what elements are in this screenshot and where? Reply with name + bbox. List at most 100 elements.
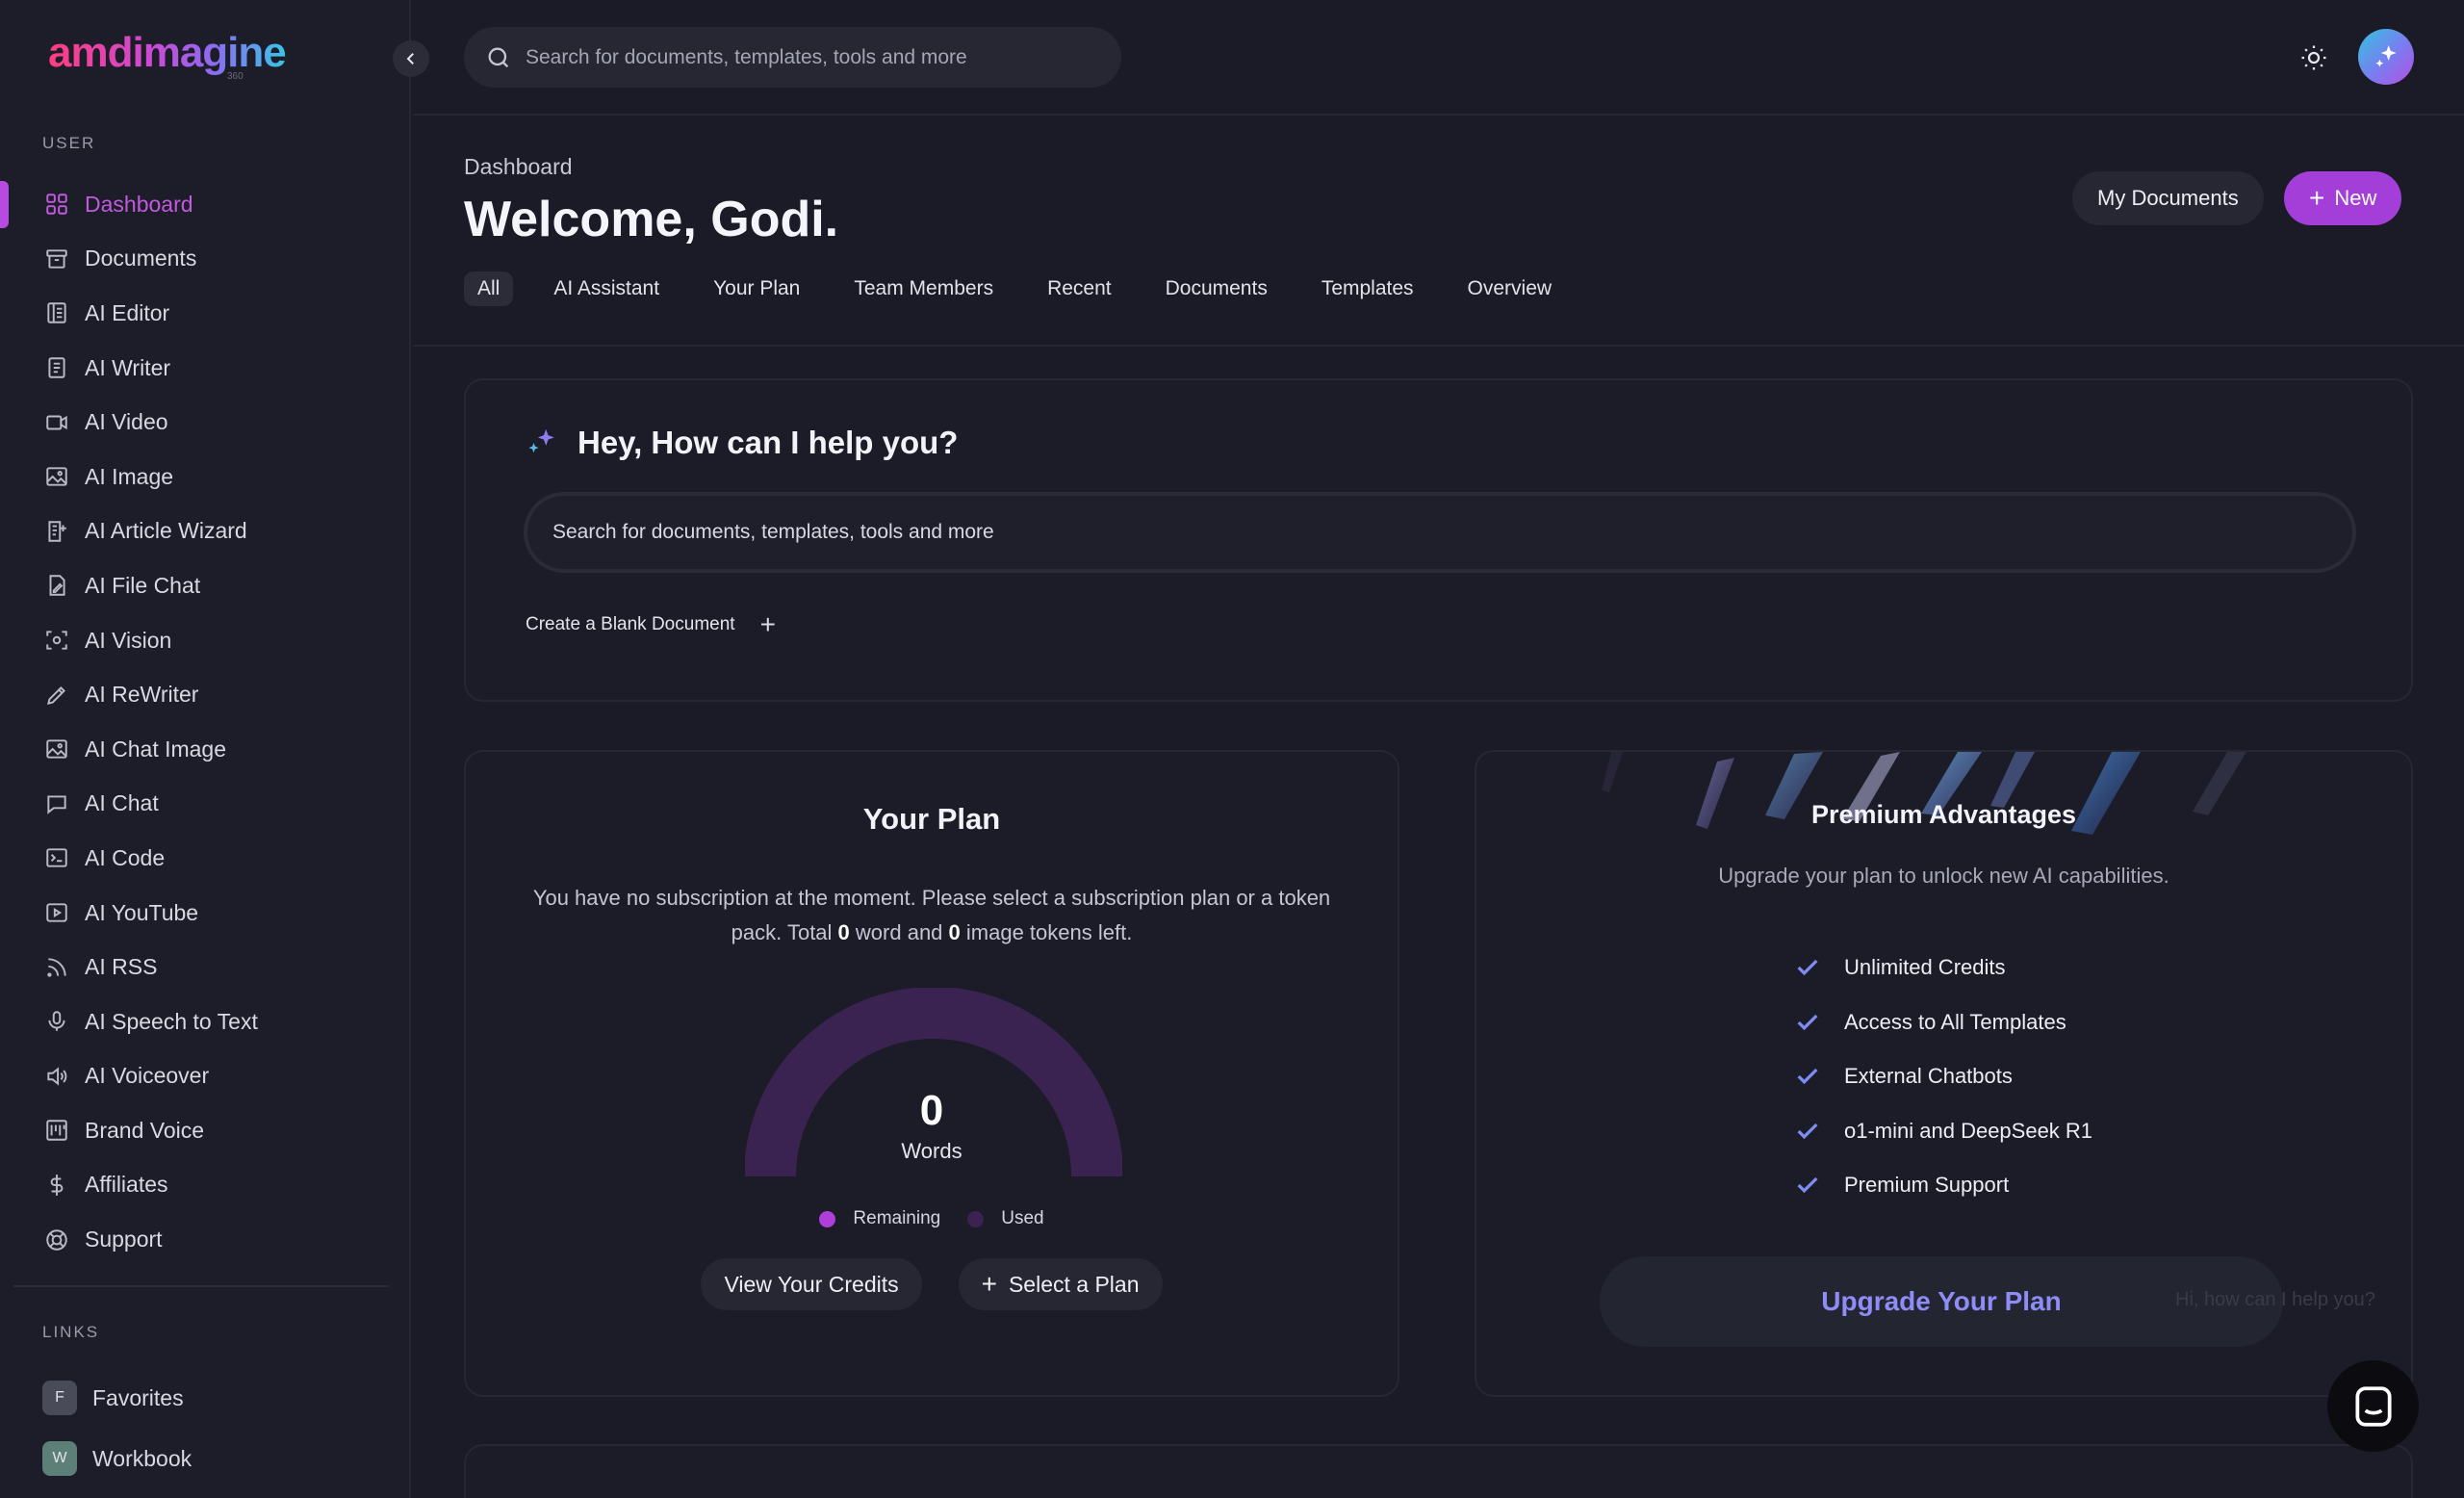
- select-plan-button[interactable]: + Select a Plan: [958, 1258, 1163, 1310]
- chat-teaser-text: Hi, how can I help you?: [2175, 1289, 2375, 1310]
- assistant-heading-text: Hey, How can I help you?: [578, 425, 959, 460]
- article-wizard-icon: [42, 517, 71, 546]
- premium-feature-label: Access to All Templates: [1844, 1009, 2066, 1034]
- sidebar-nav: Dashboard Documents AI Editor AI Writer …: [0, 177, 411, 1267]
- sidebar-item-label: AI Vision: [85, 627, 172, 653]
- sidebar-item-dashboard[interactable]: Dashboard: [0, 177, 411, 232]
- sidebar-item-affiliates[interactable]: Affiliates: [0, 1158, 411, 1213]
- legend-label: Used: [1001, 1208, 1044, 1228]
- dashboard-grid-icon: [42, 190, 71, 219]
- sidebar-item-ai-rewriter[interactable]: AI ReWriter: [0, 667, 411, 722]
- topbar: Search for documents, templates, tools a…: [413, 0, 2464, 116]
- sidebar-item-label: AI Article Wizard: [85, 518, 247, 544]
- app-logo[interactable]: amdimagine: [48, 29, 287, 77]
- view-credits-button[interactable]: View Your Credits: [701, 1258, 922, 1310]
- legend-dot-remaining: [819, 1210, 836, 1227]
- gauge-legend: Remaining Used: [466, 1208, 1398, 1229]
- create-blank-document-button[interactable]: Create a Blank Document +: [526, 611, 776, 638]
- check-icon: [1794, 1009, 1823, 1036]
- chat-launcher-button[interactable]: [2327, 1360, 2419, 1452]
- tab-team-members[interactable]: Team Members: [840, 271, 1007, 306]
- user-avatar-button[interactable]: [2358, 29, 2414, 85]
- sidebar-item-label: Brand Voice: [85, 1117, 205, 1143]
- sidebar-item-label: AI File Chat: [85, 572, 201, 598]
- premium-subtitle: Upgrade your plan to unlock new AI capab…: [1718, 864, 2169, 888]
- sidebar-item-ai-youtube[interactable]: AI YouTube: [0, 886, 411, 941]
- sidebar-item-ai-rss[interactable]: AI RSS: [0, 940, 411, 994]
- image-icon: [42, 462, 71, 491]
- new-button[interactable]: + New: [2284, 171, 2402, 225]
- tab-all[interactable]: All: [464, 271, 514, 306]
- sidebar-item-ai-chat-image[interactable]: AI Chat Image: [0, 722, 411, 777]
- archive-icon: [42, 245, 71, 273]
- legend-dot-used: [967, 1210, 985, 1227]
- link-label: Favorites: [92, 1384, 184, 1410]
- sidebar-item-ai-voiceover[interactable]: AI Voiceover: [0, 1049, 411, 1104]
- sidebar-link-favorites[interactable]: F Favorites: [42, 1379, 184, 1417]
- create-blank-document-label: Create a Blank Document: [526, 614, 735, 634]
- tab-your-plan[interactable]: Your Plan: [700, 271, 813, 306]
- tab-overview[interactable]: Overview: [1454, 271, 1566, 306]
- plan-title: Your Plan: [862, 802, 1001, 836]
- pen-icon: [42, 681, 71, 710]
- select-plan-label: Select a Plan: [1008, 1271, 1140, 1297]
- sidebar-item-ai-file-chat[interactable]: AI File Chat: [0, 558, 411, 613]
- breadcrumb[interactable]: Dashboard: [464, 154, 573, 180]
- sidebar-item-ai-editor[interactable]: AI Editor: [0, 286, 411, 341]
- sidebar-item-label: AI Chat: [85, 790, 159, 816]
- tab-templates[interactable]: Templates: [1308, 271, 1427, 306]
- sidebar-item-label: Documents: [85, 245, 197, 271]
- legend-remaining: Remaining: [819, 1208, 940, 1229]
- image-icon: [42, 735, 71, 763]
- sidebar-item-label: AI Writer: [85, 354, 171, 380]
- sidebar-item-support[interactable]: Support: [0, 1212, 411, 1267]
- sidebar: amdimagine 360 USER Dashboard Documents …: [0, 0, 411, 1498]
- sidebar-item-documents[interactable]: Documents: [0, 232, 411, 287]
- premium-feature-label: Unlimited Credits: [1844, 955, 2006, 980]
- sidebar-item-label: AI Speech to Text: [85, 1008, 258, 1034]
- sidebar-item-ai-speech-to-text[interactable]: AI Speech to Text: [0, 994, 411, 1049]
- lifebuoy-icon: [42, 1226, 71, 1254]
- tab-documents[interactable]: Documents: [1152, 271, 1281, 306]
- sidebar-item-label: Affiliates: [85, 1172, 168, 1198]
- sidebar-item-label: AI Editor: [85, 299, 170, 325]
- sidebar-collapse-button[interactable]: [393, 40, 429, 77]
- top-search-placeholder: Search for documents, templates, tools a…: [526, 45, 967, 68]
- sidebar-item-brand-voice[interactable]: Brand Voice: [0, 1103, 411, 1158]
- sidebar-item-ai-code[interactable]: AI Code: [0, 831, 411, 886]
- next-section-card: [464, 1444, 2413, 1498]
- plan-description: You have no subscription at the moment. …: [532, 886, 1331, 944]
- gauge-value: 0: [919, 1087, 944, 1134]
- sidebar-link-workbook[interactable]: W Workbook: [42, 1439, 192, 1478]
- page-title: Welcome, Godi.: [464, 192, 839, 247]
- rss-icon: [42, 953, 71, 982]
- assistant-search-input[interactable]: Search for documents, templates, tools a…: [524, 492, 2356, 573]
- tab-recent[interactable]: Recent: [1034, 271, 1125, 306]
- chat-widget-icon: [2354, 1385, 2392, 1427]
- sidebar-item-label: AI YouTube: [85, 899, 199, 925]
- link-label: Workbook: [92, 1445, 192, 1471]
- sidebar-item-ai-writer[interactable]: AI Writer: [0, 341, 411, 396]
- link-badge: W: [42, 1441, 77, 1476]
- plus-icon: +: [759, 609, 776, 639]
- speaker-icon: [42, 1062, 71, 1091]
- sidebar-item-ai-vision[interactable]: AI Vision: [0, 613, 411, 668]
- sidebar-item-ai-article-wizard[interactable]: AI Article Wizard: [0, 504, 411, 559]
- sidebar-item-label: AI RSS: [85, 954, 158, 980]
- sidebar-item-ai-chat[interactable]: AI Chat: [0, 777, 411, 832]
- sidebar-divider: [13, 1285, 389, 1287]
- check-icon: [1794, 1172, 1823, 1199]
- premium-feature: Premium Support: [1794, 1158, 2092, 1213]
- sidebar-item-ai-video[interactable]: AI Video: [0, 395, 411, 450]
- video-icon: [42, 408, 71, 437]
- top-search-input[interactable]: Search for documents, templates, tools a…: [464, 27, 1121, 88]
- sidebar-item-ai-image[interactable]: AI Image: [0, 450, 411, 504]
- your-plan-card: Your Plan You have no subscription at th…: [464, 750, 1399, 1397]
- legend-used: Used: [967, 1208, 1044, 1229]
- tab-ai-assistant[interactable]: AI Assistant: [540, 271, 673, 306]
- my-documents-button[interactable]: My Documents: [2072, 171, 2264, 225]
- theme-toggle-button[interactable]: [2295, 39, 2333, 77]
- premium-feature: o1-mini and DeepSeek R1: [1794, 1104, 2092, 1159]
- premium-feature: Unlimited Credits: [1794, 941, 2092, 995]
- premium-feature-label: External Chatbots: [1844, 1064, 2013, 1089]
